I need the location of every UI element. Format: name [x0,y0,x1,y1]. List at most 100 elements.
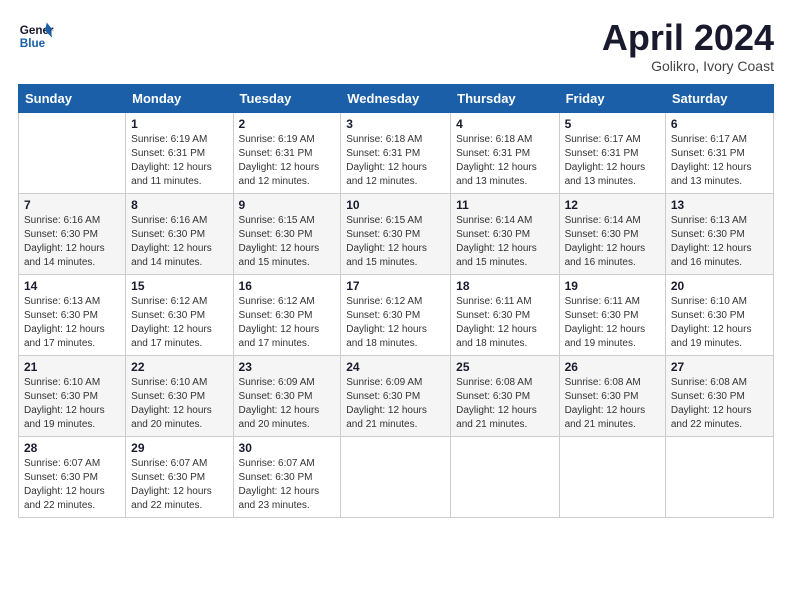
month-title: April 2024 [602,18,774,58]
day-info: Sunrise: 6:07 AM Sunset: 6:30 PM Dayligh… [24,458,105,511]
day-number: 9 [239,198,336,212]
day-info: Sunrise: 6:12 AM Sunset: 6:30 PM Dayligh… [239,296,320,349]
weekday-header-monday: Monday [126,84,233,112]
day-number: 23 [239,360,336,374]
calendar-cell: 11 Sunrise: 6:14 AM Sunset: 6:30 PM Dayli… [451,193,559,274]
calendar-cell: 22 Sunrise: 6:10 AM Sunset: 6:30 PM Dayli… [126,355,233,436]
day-info: Sunrise: 6:14 AM Sunset: 6:30 PM Dayligh… [456,215,537,268]
day-number: 20 [671,279,768,293]
day-number: 11 [456,198,553,212]
day-info: Sunrise: 6:15 AM Sunset: 6:30 PM Dayligh… [239,215,320,268]
weekday-header-friday: Friday [559,84,665,112]
day-info: Sunrise: 6:10 AM Sunset: 6:30 PM Dayligh… [131,377,212,430]
calendar-cell: 5 Sunrise: 6:17 AM Sunset: 6:31 PM Daylig… [559,112,665,193]
calendar-cell: 15 Sunrise: 6:12 AM Sunset: 6:30 PM Dayli… [126,274,233,355]
day-info: Sunrise: 6:12 AM Sunset: 6:30 PM Dayligh… [346,296,427,349]
day-info: Sunrise: 6:10 AM Sunset: 6:30 PM Dayligh… [24,377,105,430]
logo: General Blue [18,18,58,54]
calendar-cell: 25 Sunrise: 6:08 AM Sunset: 6:30 PM Dayli… [451,355,559,436]
calendar-cell: 23 Sunrise: 6:09 AM Sunset: 6:30 PM Dayli… [233,355,341,436]
calendar-cell: 9 Sunrise: 6:15 AM Sunset: 6:30 PM Daylig… [233,193,341,274]
title-area: April 2024 Golikro, Ivory Coast [602,18,774,74]
day-info: Sunrise: 6:16 AM Sunset: 6:30 PM Dayligh… [131,215,212,268]
day-number: 10 [346,198,445,212]
calendar-cell: 3 Sunrise: 6:18 AM Sunset: 6:31 PM Daylig… [341,112,451,193]
day-number: 13 [671,198,768,212]
day-info: Sunrise: 6:09 AM Sunset: 6:30 PM Dayligh… [346,377,427,430]
weekday-header-tuesday: Tuesday [233,84,341,112]
day-info: Sunrise: 6:18 AM Sunset: 6:31 PM Dayligh… [346,134,427,187]
calendar-cell: 13 Sunrise: 6:13 AM Sunset: 6:30 PM Dayli… [665,193,773,274]
header: General Blue April 2024 Golikro, Ivory C… [18,18,774,74]
calendar-cell: 14 Sunrise: 6:13 AM Sunset: 6:30 PM Dayli… [19,274,126,355]
day-info: Sunrise: 6:07 AM Sunset: 6:30 PM Dayligh… [239,458,320,511]
day-number: 14 [24,279,120,293]
calendar-cell [341,436,451,517]
day-info: Sunrise: 6:13 AM Sunset: 6:30 PM Dayligh… [24,296,105,349]
day-info: Sunrise: 6:13 AM Sunset: 6:30 PM Dayligh… [671,215,752,268]
day-info: Sunrise: 6:17 AM Sunset: 6:31 PM Dayligh… [671,134,752,187]
weekday-header-saturday: Saturday [665,84,773,112]
day-number: 27 [671,360,768,374]
day-info: Sunrise: 6:08 AM Sunset: 6:30 PM Dayligh… [671,377,752,430]
day-info: Sunrise: 6:16 AM Sunset: 6:30 PM Dayligh… [24,215,105,268]
day-number: 18 [456,279,553,293]
calendar-cell: 26 Sunrise: 6:08 AM Sunset: 6:30 PM Dayli… [559,355,665,436]
day-number: 22 [131,360,227,374]
logo-icon: General Blue [18,18,54,54]
calendar-cell: 8Sunrise: 6:16 AM Sunset: 6:30 PM Daylig… [126,193,233,274]
calendar-cell [665,436,773,517]
day-number: 17 [346,279,445,293]
day-info: Sunrise: 6:12 AM Sunset: 6:30 PM Dayligh… [131,296,212,349]
calendar-cell: 1 Sunrise: 6:19 AM Sunset: 6:31 PM Daylig… [126,112,233,193]
calendar-cell: 30 Sunrise: 6:07 AM Sunset: 6:30 PM Dayli… [233,436,341,517]
calendar-cell: 18 Sunrise: 6:11 AM Sunset: 6:30 PM Dayli… [451,274,559,355]
day-number: 28 [24,441,120,455]
calendar-cell: 16 Sunrise: 6:12 AM Sunset: 6:30 PM Dayli… [233,274,341,355]
calendar-cell [559,436,665,517]
day-number: 15 [131,279,227,293]
day-number: 16 [239,279,336,293]
day-number: 6 [671,117,768,131]
day-info: Sunrise: 6:11 AM Sunset: 6:30 PM Dayligh… [565,296,646,349]
day-number: 25 [456,360,553,374]
day-info: Sunrise: 6:14 AM Sunset: 6:30 PM Dayligh… [565,215,646,268]
day-info: Sunrise: 6:10 AM Sunset: 6:30 PM Dayligh… [671,296,752,349]
calendar-cell: 27 Sunrise: 6:08 AM Sunset: 6:30 PM Dayli… [665,355,773,436]
calendar-cell: 24 Sunrise: 6:09 AM Sunset: 6:30 PM Dayli… [341,355,451,436]
day-info: Sunrise: 6:09 AM Sunset: 6:30 PM Dayligh… [239,377,320,430]
day-number: 7 [24,198,120,212]
calendar-cell [451,436,559,517]
day-number: 4 [456,117,553,131]
day-info: Sunrise: 6:07 AM Sunset: 6:30 PM Dayligh… [131,458,212,511]
calendar-cell: 28 Sunrise: 6:07 AM Sunset: 6:30 PM Dayli… [19,436,126,517]
calendar-cell: 29 Sunrise: 6:07 AM Sunset: 6:30 PM Dayli… [126,436,233,517]
day-number: 30 [239,441,336,455]
weekday-header-sunday: Sunday [19,84,126,112]
day-number: 12 [565,198,660,212]
day-number: 29 [131,441,227,455]
day-info: Sunrise: 6:08 AM Sunset: 6:30 PM Dayligh… [456,377,537,430]
calendar-table: SundayMondayTuesdayWednesdayThursdayFrid… [18,84,774,518]
day-info: Sunrise: 6:18 AM Sunset: 6:31 PM Dayligh… [456,134,537,187]
day-info: Sunrise: 6:19 AM Sunset: 6:31 PM Dayligh… [239,134,320,187]
day-number: 26 [565,360,660,374]
day-number: 3 [346,117,445,131]
day-info: Sunrise: 6:17 AM Sunset: 6:31 PM Dayligh… [565,134,646,187]
calendar-cell: 21 Sunrise: 6:10 AM Sunset: 6:30 PM Dayli… [19,355,126,436]
calendar-page: General Blue April 2024 Golikro, Ivory C… [0,0,792,612]
location: Golikro, Ivory Coast [602,58,774,74]
calendar-cell: 6 Sunrise: 6:17 AM Sunset: 6:31 PM Daylig… [665,112,773,193]
day-number: 24 [346,360,445,374]
day-number: 5 [565,117,660,131]
day-info: Sunrise: 6:08 AM Sunset: 6:30 PM Dayligh… [565,377,646,430]
day-number: 1 [131,117,227,131]
day-info: Sunrise: 6:15 AM Sunset: 6:30 PM Dayligh… [346,215,427,268]
day-info: Sunrise: 6:11 AM Sunset: 6:30 PM Dayligh… [456,296,537,349]
calendar-cell: 7 Sunrise: 6:16 AM Sunset: 6:30 PM Daylig… [19,193,126,274]
calendar-cell: 12 Sunrise: 6:14 AM Sunset: 6:30 PM Dayli… [559,193,665,274]
calendar-cell: 17 Sunrise: 6:12 AM Sunset: 6:30 PM Dayli… [341,274,451,355]
day-number: 21 [24,360,120,374]
weekday-header-wednesday: Wednesday [341,84,451,112]
day-info: Sunrise: 6:19 AM Sunset: 6:31 PM Dayligh… [131,134,212,187]
